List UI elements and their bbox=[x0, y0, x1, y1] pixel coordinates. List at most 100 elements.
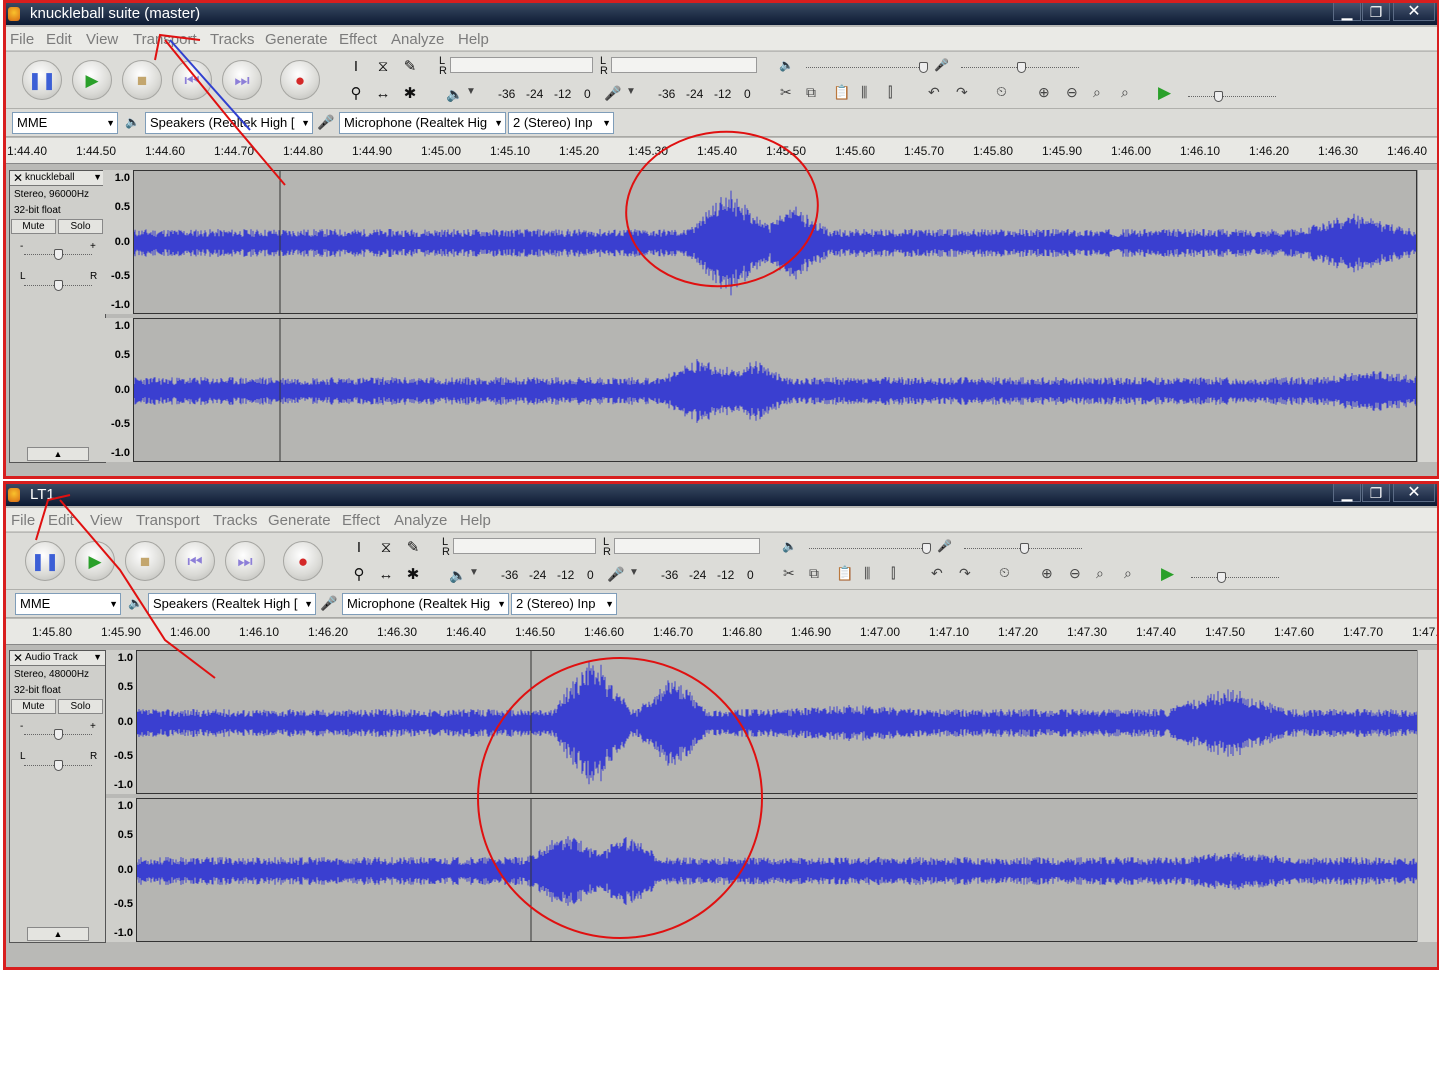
stop-button[interactable]: ■ bbox=[122, 60, 162, 100]
fit-selection-icon[interactable]: ⌕ bbox=[1093, 84, 1101, 101]
vertical-scrollbar[interactable] bbox=[1417, 650, 1437, 942]
collapse-track-button[interactable]: ▲ bbox=[27, 447, 89, 461]
silence-icon[interactable]: ⫿ bbox=[891, 565, 895, 582]
timeshift-tool-icon[interactable]: ↔ bbox=[372, 83, 394, 105]
menu-effect[interactable]: Effect bbox=[339, 31, 377, 48]
menu-help[interactable]: Help bbox=[458, 31, 489, 48]
skip-to-start-button[interactable]: ⏮ bbox=[172, 60, 212, 100]
output-volume-slider[interactable] bbox=[806, 62, 928, 73]
copy-icon[interactable]: ⧉ bbox=[806, 84, 816, 101]
menu-analyze[interactable]: Analyze bbox=[394, 512, 447, 529]
menu-view[interactable]: View bbox=[86, 31, 118, 48]
track-name-menu[interactable]: ✕ knuckleball ▼ bbox=[10, 171, 105, 186]
menu-file[interactable]: File bbox=[10, 31, 34, 48]
skip-to-end-button[interactable]: ⏭ bbox=[222, 60, 262, 100]
minimize-button[interactable]: ▁ bbox=[1333, 484, 1361, 502]
selection-tool-icon[interactable]: I bbox=[345, 56, 367, 78]
record-meter[interactable] bbox=[611, 57, 757, 73]
redo-icon[interactable]: ↷ bbox=[956, 84, 968, 101]
title-bar[interactable]: knuckleball suite (master) ▁ ❐ ✕ bbox=[6, 3, 1437, 25]
menu-generate[interactable]: Generate bbox=[265, 31, 328, 48]
menu-help[interactable]: Help bbox=[460, 512, 491, 529]
restore-button[interactable]: ❐ bbox=[1362, 3, 1390, 21]
input-device-select[interactable]: Microphone (Realtek Hig ▼ bbox=[339, 112, 506, 134]
envelope-tool-icon[interactable]: ⧖ bbox=[372, 56, 394, 78]
multi-tool-icon[interactable]: ✱ bbox=[402, 564, 424, 586]
gain-slider[interactable] bbox=[24, 729, 92, 740]
menu-effect[interactable]: Effect bbox=[342, 512, 380, 529]
output-device-select[interactable]: Speakers (Realtek High [▼ bbox=[148, 593, 316, 615]
multi-tool-icon[interactable]: ✱ bbox=[399, 83, 421, 105]
chevron-down-icon[interactable]: ▼ bbox=[469, 567, 479, 578]
input-device-select[interactable]: Microphone (Realtek Hig ▼ bbox=[342, 593, 509, 615]
fit-selection-icon[interactable]: ⌕ bbox=[1096, 565, 1104, 582]
selection-tool-icon[interactable]: I bbox=[348, 537, 370, 559]
menu-file[interactable]: File bbox=[11, 512, 35, 529]
redo-icon[interactable]: ↷ bbox=[959, 565, 971, 582]
draw-tool-icon[interactable]: ✎ bbox=[402, 537, 424, 559]
title-bar[interactable]: LT1 ▁ ❐ ✕ bbox=[6, 484, 1437, 506]
collapse-track-button[interactable]: ▲ bbox=[27, 927, 89, 941]
fit-project-icon[interactable]: ⌕ bbox=[1124, 565, 1132, 582]
timeshift-tool-icon[interactable]: ↔ bbox=[375, 564, 397, 586]
zoom-tool-icon[interactable]: ⚲ bbox=[345, 83, 367, 105]
menu-transport[interactable]: Transport bbox=[136, 512, 200, 529]
play-button[interactable]: ▶ bbox=[75, 541, 115, 581]
solo-button[interactable]: Solo bbox=[58, 699, 103, 714]
waveform-right-channel[interactable] bbox=[136, 798, 1420, 942]
playback-meter[interactable] bbox=[453, 538, 596, 554]
waveform-right-channel[interactable] bbox=[133, 318, 1417, 462]
undo-icon[interactable]: ↶ bbox=[931, 565, 943, 582]
sync-lock-icon[interactable]: ⏲ bbox=[996, 83, 1007, 100]
play-speed-slider[interactable] bbox=[1188, 91, 1276, 102]
menu-transport[interactable]: Transport bbox=[133, 31, 197, 48]
trim-icon[interactable]: ⫼ bbox=[864, 565, 870, 582]
zoom-in-icon[interactable]: ⊕ bbox=[1038, 84, 1050, 101]
envelope-tool-icon[interactable]: ⧖ bbox=[375, 537, 397, 559]
record-button[interactable]: ● bbox=[283, 541, 323, 581]
input-volume-slider[interactable] bbox=[961, 62, 1079, 73]
minimize-button[interactable]: ▁ bbox=[1333, 3, 1361, 21]
zoom-out-icon[interactable]: ⊖ bbox=[1066, 84, 1078, 101]
input-volume-slider[interactable] bbox=[964, 543, 1082, 554]
mute-button[interactable]: Mute bbox=[11, 219, 56, 234]
menu-edit[interactable]: Edit bbox=[48, 512, 74, 529]
play-button[interactable]: ▶ bbox=[72, 60, 112, 100]
track-name-menu[interactable]: ✕ Audio Track ▼ bbox=[10, 651, 105, 666]
audio-host-select[interactable]: MME ▼ bbox=[12, 112, 118, 134]
undo-icon[interactable]: ↶ bbox=[928, 84, 940, 101]
zoom-tool-icon[interactable]: ⚲ bbox=[348, 564, 370, 586]
play-speed-slider[interactable] bbox=[1191, 572, 1279, 583]
cut-icon[interactable]: ✂ bbox=[780, 84, 792, 101]
input-channels-select[interactable]: 2 (Stereo) Inp ▼ bbox=[508, 112, 614, 134]
paste-icon[interactable]: 📋 bbox=[836, 565, 853, 582]
fit-project-icon[interactable]: ⌕ bbox=[1121, 84, 1129, 101]
output-volume-slider[interactable] bbox=[809, 543, 931, 554]
waveform-left-channel[interactable] bbox=[133, 170, 1417, 314]
skip-to-end-button[interactable]: ⏭ bbox=[225, 541, 265, 581]
pan-slider[interactable] bbox=[24, 280, 92, 291]
trim-icon[interactable]: ⫼ bbox=[861, 84, 867, 101]
playback-meter[interactable] bbox=[450, 57, 593, 73]
play-at-speed-icon[interactable]: ▶ bbox=[1161, 564, 1174, 584]
menu-analyze[interactable]: Analyze bbox=[391, 31, 444, 48]
record-button[interactable]: ● bbox=[280, 60, 320, 100]
pause-button[interactable]: ❚❚ bbox=[22, 60, 62, 100]
waveform-left-channel[interactable] bbox=[136, 650, 1420, 794]
stop-button[interactable]: ■ bbox=[125, 541, 165, 581]
pan-slider[interactable] bbox=[24, 760, 92, 771]
copy-icon[interactable]: ⧉ bbox=[809, 565, 819, 582]
timeline-ruler[interactable]: 1:44.40 1:44.50 1:44.60 1:44.70 1:44.80 1:44.… bbox=[6, 138, 1437, 164]
play-at-speed-icon[interactable]: ▶ bbox=[1158, 83, 1171, 103]
skip-to-start-button[interactable]: ⏮ bbox=[175, 541, 215, 581]
paste-icon[interactable]: 📋 bbox=[833, 84, 850, 101]
pause-button[interactable]: ❚❚ bbox=[25, 541, 65, 581]
close-button[interactable]: ✕ bbox=[1393, 3, 1435, 21]
menu-generate[interactable]: Generate bbox=[268, 512, 331, 529]
menu-edit[interactable]: Edit bbox=[46, 31, 72, 48]
chevron-down-icon[interactable]: ▼ bbox=[626, 86, 636, 97]
record-meter[interactable] bbox=[614, 538, 760, 554]
zoom-out-icon[interactable]: ⊖ bbox=[1069, 565, 1081, 582]
mute-button[interactable]: Mute bbox=[11, 699, 56, 714]
draw-tool-icon[interactable]: ✎ bbox=[399, 56, 421, 78]
